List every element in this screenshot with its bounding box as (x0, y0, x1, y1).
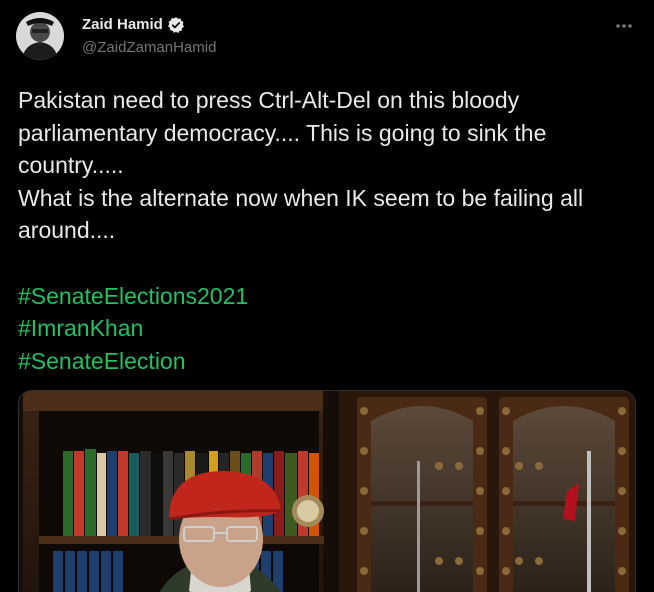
author-handle[interactable]: @ZaidZamanHamid (82, 38, 216, 58)
tweet-text-line: Pakistan need to press Ctrl-Alt-Del on t… (18, 87, 520, 113)
avatar[interactable] (16, 12, 64, 60)
hashtag-link-imran-khan[interactable]: #ImranKhan (18, 312, 643, 345)
author-name-row[interactable]: Zaid Hamid (82, 15, 185, 35)
verified-badge-icon (167, 16, 185, 34)
tweet-card: Zaid Hamid @ZaidZamanHamid Pakistan need… (0, 0, 654, 592)
tweet-text-line: What is the alternate now when IK seem t… (18, 184, 584, 211)
tweet-text-line: country..... (18, 152, 124, 179)
hashtag-link-senate-election[interactable]: #SenateElection (18, 345, 643, 378)
tweet-text-line: parliamentary democracy.... This is goin… (18, 119, 547, 146)
tweet-text-line: around.... (18, 217, 116, 244)
author-display-name[interactable]: Zaid Hamid (82, 15, 163, 35)
avatar-image (16, 12, 64, 60)
tweet-body: Pakistan need to press Ctrl-Alt-Del on t… (18, 84, 643, 377)
more-horizontal-icon (616, 24, 632, 28)
video-frame-image (19, 391, 635, 592)
hashtag-link-senate-elections-2021[interactable]: #SenateElections2021 (18, 280, 643, 313)
more-options-button[interactable] (612, 16, 636, 36)
media-video-thumbnail[interactable] (18, 390, 636, 592)
